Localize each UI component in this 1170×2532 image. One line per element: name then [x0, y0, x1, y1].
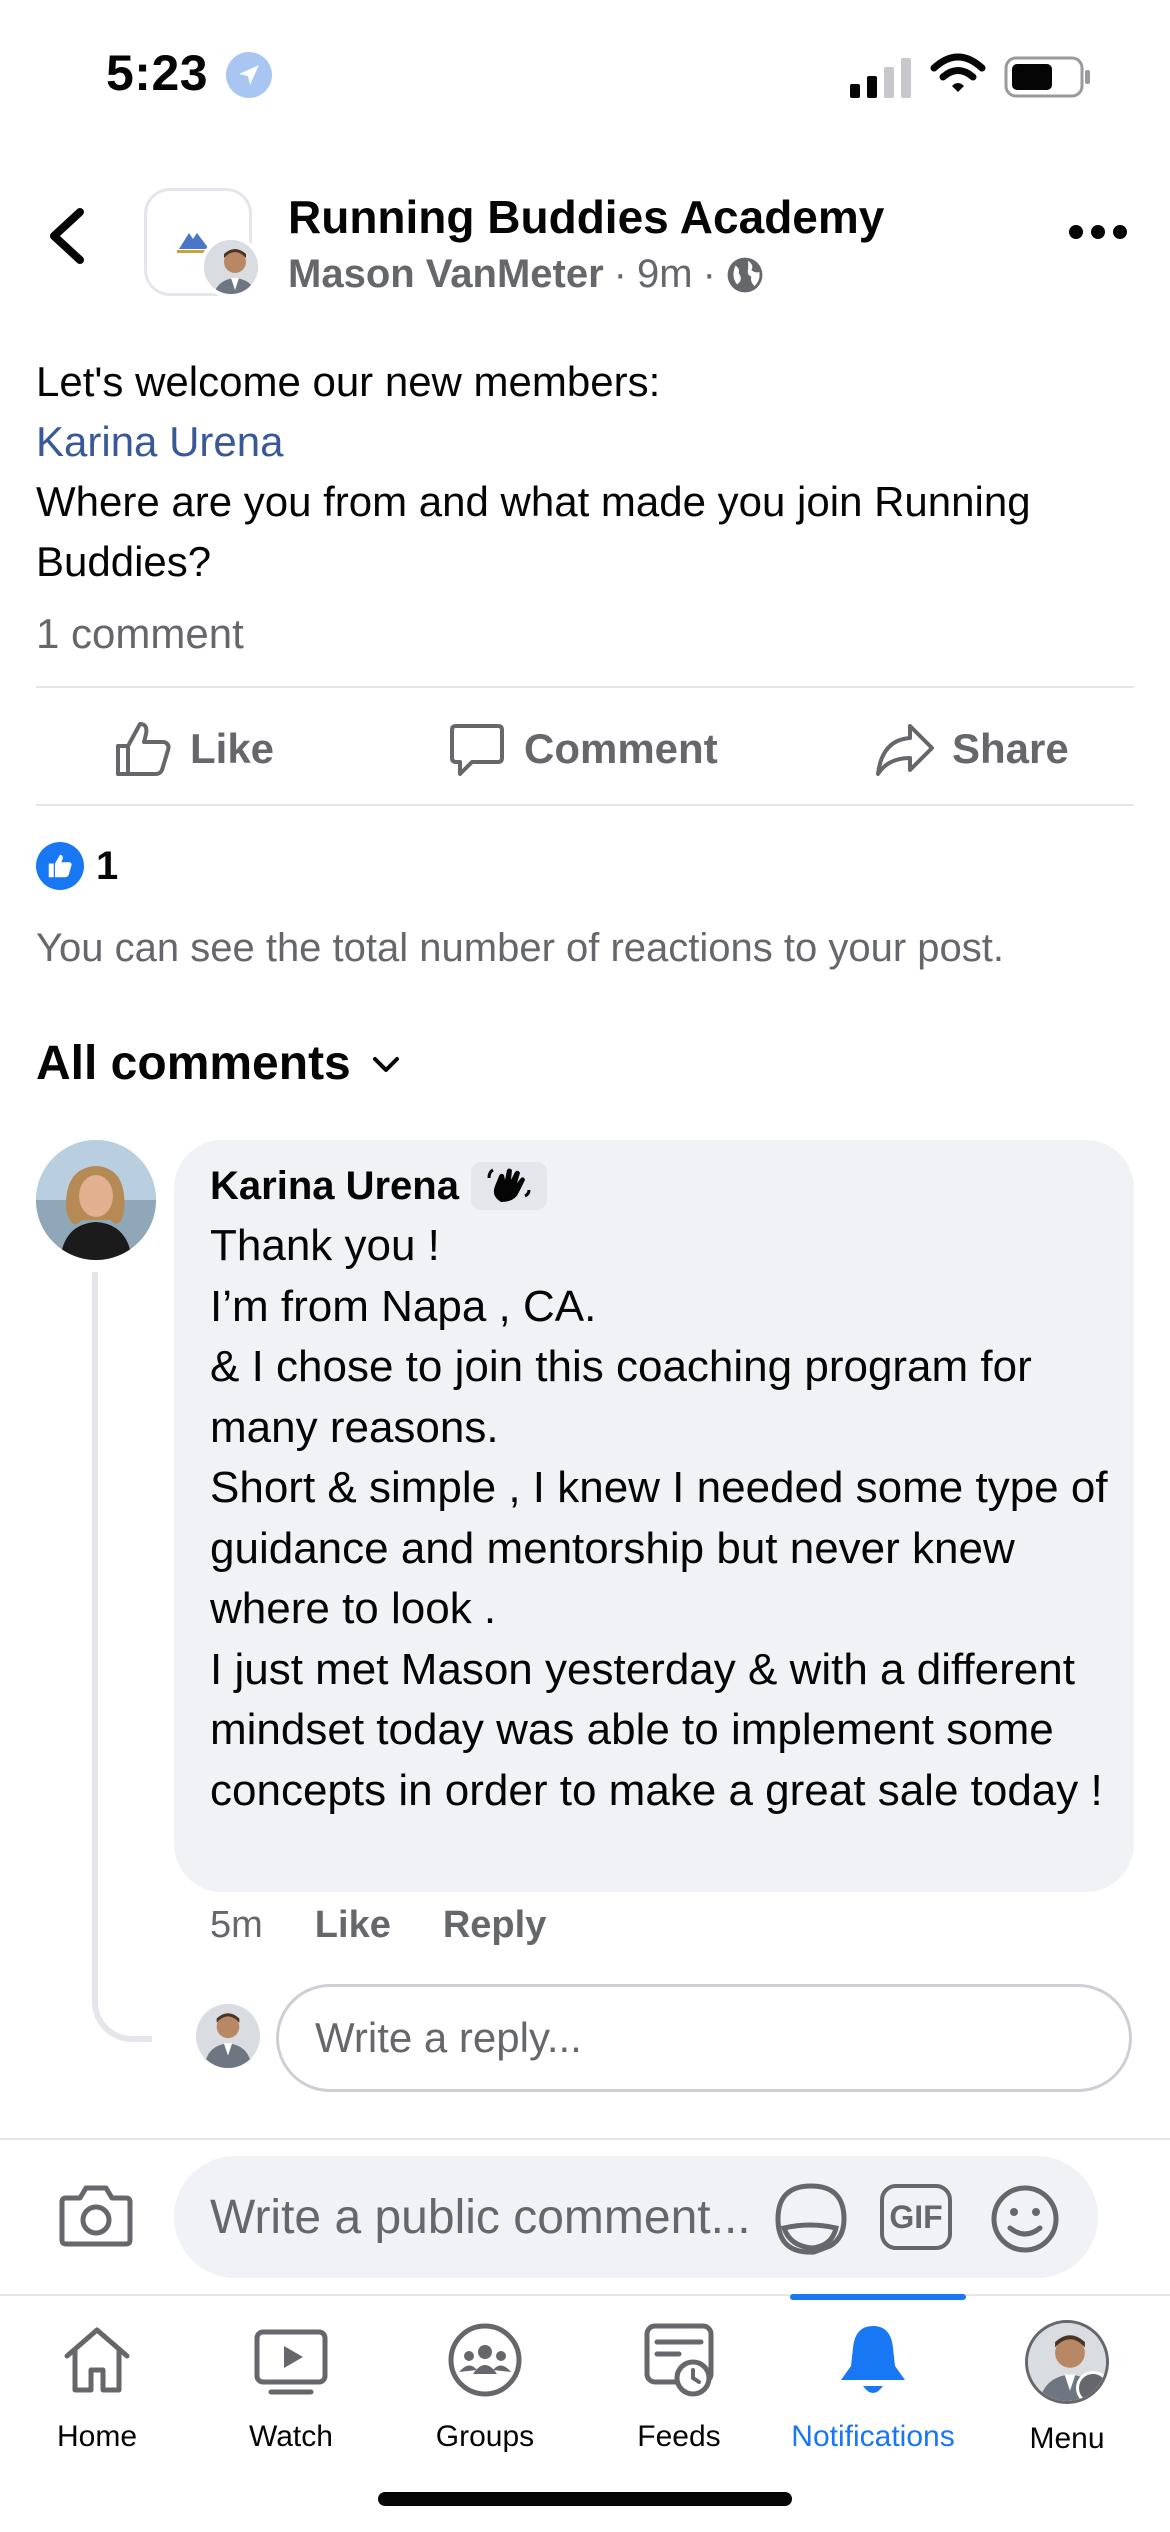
tab-menu[interactable]: Menu: [970, 2320, 1164, 2456]
sticker-icon[interactable]: [774, 2182, 848, 2256]
location-arrow-icon: [226, 52, 272, 98]
like-reaction-icon[interactable]: [36, 842, 84, 890]
groups-icon: [448, 2323, 522, 2397]
reactions-note: You can see the total number of reaction…: [36, 926, 1005, 970]
like-button[interactable]: Like: [112, 714, 274, 784]
thread-line: [92, 1272, 152, 2042]
comment-like-button[interactable]: Like: [315, 1904, 391, 1947]
share-button[interactable]: Share: [874, 714, 1069, 784]
watch-icon: [254, 2329, 328, 2395]
comment-count[interactable]: 1 comment: [36, 610, 244, 658]
back-chevron-icon[interactable]: [44, 206, 94, 266]
post-meta: Mason VanMeter · 9m ·: [288, 252, 764, 297]
divider: [36, 804, 1134, 806]
cellular-signal-icon: [850, 58, 911, 98]
divider: [0, 2294, 1170, 2296]
member-mention-link[interactable]: Karina Urena: [36, 412, 1136, 472]
camera-icon[interactable]: [58, 2182, 134, 2248]
status-time: 5:23: [106, 45, 209, 101]
tab-label: Groups: [435, 2420, 535, 2453]
tab-label: Watch: [249, 2420, 333, 2453]
chevron-down-icon: [372, 1056, 399, 1072]
tab-home[interactable]: Home: [0, 2320, 194, 2454]
meta-separator: ·: [613, 252, 627, 296]
share-label: Share: [952, 725, 1069, 772]
more-options-icon[interactable]: [1068, 222, 1128, 242]
commenter-name-row: Karina Urena: [210, 1162, 547, 1210]
post-time[interactable]: 9m: [637, 252, 693, 297]
comment-time[interactable]: 5m: [210, 1904, 263, 1947]
comments-filter-label: All comments: [36, 1037, 351, 1090]
tab-feeds[interactable]: Feeds: [582, 2320, 776, 2454]
active-tab-indicator: [790, 2294, 966, 2300]
comments-filter-dropdown[interactable]: All comments: [36, 1036, 403, 1091]
comment-button[interactable]: Comment: [446, 714, 718, 784]
user-avatar: [196, 2004, 260, 2068]
author-avatar[interactable]: [200, 236, 262, 298]
post-line: Where are you from and what made you joi…: [36, 478, 1031, 585]
comment-body: Thank you ! I’m from Napa , CA. & I chos…: [210, 1216, 1110, 1821]
share-arrow-icon: [876, 724, 934, 776]
battery-icon: [1004, 56, 1090, 98]
comment-label: Comment: [524, 725, 718, 772]
bell-icon: [841, 2326, 905, 2393]
tab-label: Feeds: [637, 2420, 721, 2453]
home-indicator[interactable]: [378, 2492, 792, 2506]
comment-line: I’m from Napa , CA.: [210, 1281, 597, 1331]
post-author[interactable]: Mason VanMeter: [288, 252, 604, 297]
comment-line: I just met Mason yesterday & with a diff…: [210, 1644, 1103, 1815]
commenter-name[interactable]: Karina Urena: [210, 1164, 459, 1209]
gif-button[interactable]: GIF: [880, 2184, 952, 2250]
home-icon: [64, 2327, 130, 2393]
tab-label: Home: [56, 2420, 138, 2453]
reaction-count[interactable]: 1: [96, 844, 118, 889]
tab-groups[interactable]: Groups: [388, 2320, 582, 2454]
wave-icon: [470, 1162, 547, 1210]
comment-actions: 5m Like Reply: [210, 1904, 546, 1947]
emoji-icon[interactable]: [990, 2184, 1060, 2254]
feeds-icon: [644, 2323, 714, 2397]
divider: [0, 2138, 1170, 2140]
group-title[interactable]: Running Buddies Academy: [288, 190, 884, 244]
tab-notifications[interactable]: Notifications: [776, 2320, 970, 2454]
meta-separator: ·: [702, 252, 716, 296]
comment-bubble-icon: [450, 724, 504, 776]
divider: [36, 686, 1134, 688]
thumbs-up-icon: [116, 722, 171, 776]
comment-line: Thank you !: [210, 1221, 440, 1270]
tab-watch[interactable]: Watch: [194, 2320, 388, 2454]
comment-reply-button[interactable]: Reply: [443, 1904, 546, 1947]
public-comment-input[interactable]: Write a public comment...: [174, 2156, 1098, 2278]
comment-line: & I chose to join this coaching program …: [210, 1342, 1032, 1452]
reply-input[interactable]: Write a reply...: [276, 1984, 1132, 2092]
globe-icon: [727, 257, 763, 292]
like-label: Like: [190, 725, 275, 772]
tab-label: Notifications: [791, 2420, 955, 2453]
menu-avatar: [1025, 2320, 1109, 2404]
menu-hamburger-icon: [1076, 2371, 1106, 2401]
tab-label: Menu: [1029, 2422, 1105, 2455]
post-line: Let's welcome our new members:: [36, 358, 661, 405]
commenter-avatar[interactable]: [36, 1140, 156, 1260]
post-body: Let's welcome our new members: Karina Ur…: [36, 352, 1136, 592]
wifi-icon: [930, 53, 986, 92]
comment-line: Short & simple , I knew I needed some ty…: [210, 1463, 1108, 1633]
